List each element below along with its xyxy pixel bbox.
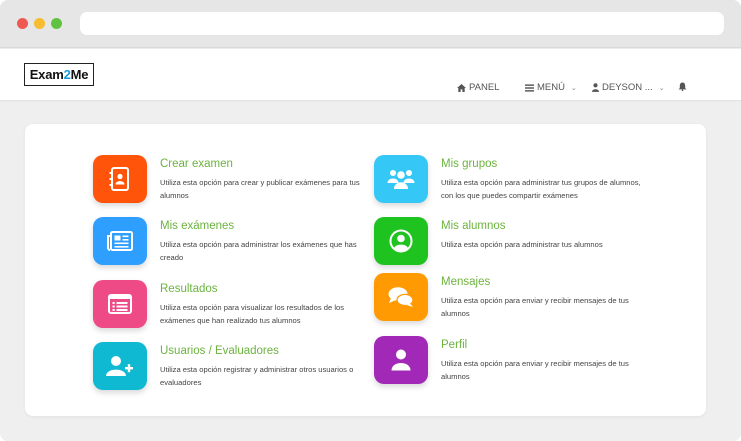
logo-prefix: Exam	[29, 67, 64, 82]
option-title[interactable]: Mis exámenes	[160, 220, 234, 232]
nav-panel-label: PANEL	[469, 82, 500, 93]
newspaper-icon	[107, 231, 133, 251]
group-icon	[387, 170, 415, 189]
close-window-button[interactable]	[17, 18, 28, 29]
option-resultados[interactable]: Resultados Utiliza esta opción para visu…	[93, 280, 373, 340]
option-title[interactable]: Crear examen	[160, 158, 233, 170]
nav-panel[interactable]: PANEL	[457, 82, 499, 93]
hamburger-icon	[525, 83, 534, 92]
mensajes-tile[interactable]	[374, 273, 428, 321]
top-navbar: Exam 2 Me PANEL MENÚ ⌄ DEYSON ... ⌄	[0, 49, 741, 101]
user-plus-icon	[106, 356, 133, 376]
address-bar[interactable]	[80, 12, 724, 35]
option-description: Utiliza esta opción para administrar los…	[160, 240, 357, 262]
option-title[interactable]: Mensajes	[441, 276, 490, 288]
logo-suffix: Me	[70, 67, 89, 82]
user-icon	[391, 349, 411, 371]
resultados-tile[interactable]	[93, 280, 147, 328]
chevron-down-icon: ⌄	[570, 84, 577, 92]
option-description: Utiliza esta opción para administrar tus…	[441, 178, 641, 200]
option-description: Utiliza esta opción para administrar tus…	[441, 240, 603, 249]
option-title[interactable]: Perfil	[441, 339, 467, 351]
option-title[interactable]: Resultados	[160, 283, 218, 295]
option-title[interactable]: Mis grupos	[441, 158, 497, 170]
nav-menu[interactable]: MENÚ ⌄	[525, 82, 577, 93]
maximize-window-button[interactable]	[51, 18, 62, 29]
comments-icon	[388, 287, 414, 307]
option-title[interactable]: Mis alumnos	[441, 220, 506, 232]
nav-user[interactable]: DEYSON ... ⌄	[592, 82, 665, 93]
option-usuarios-evaluadores[interactable]: Usuarios / Evaluadores Utiliza esta opci…	[93, 342, 373, 402]
options-card: Crear examen Utiliza esta opción para cr…	[25, 124, 706, 416]
crear-examen-tile[interactable]	[93, 155, 147, 203]
option-mis-alumnos[interactable]: Mis alumnos Utiliza esta opción para adm…	[374, 217, 654, 277]
mis-examenes-tile[interactable]	[93, 217, 147, 265]
perfil-tile[interactable]	[374, 336, 428, 384]
logo-highlight: 2	[63, 67, 71, 82]
option-description: Utiliza esta opción para enviar y recibi…	[441, 359, 629, 381]
mis-alumnos-tile[interactable]	[374, 217, 428, 265]
chevron-down-icon: ⌄	[658, 84, 665, 92]
address-book-icon	[109, 167, 129, 191]
usuarios-tile[interactable]	[93, 342, 147, 390]
minimize-window-button[interactable]	[34, 18, 45, 29]
option-title[interactable]: Usuarios / Evaluadores	[160, 345, 279, 357]
bell-icon	[678, 82, 687, 91]
option-description: Utiliza esta opción registrar y administ…	[160, 365, 354, 387]
list-card-icon	[108, 294, 132, 314]
option-description: Utiliza esta opción para crear y publica…	[160, 178, 360, 200]
option-mensajes[interactable]: Mensajes Utiliza esta opción para enviar…	[374, 273, 654, 333]
option-description: Utiliza esta opción para visualizar los …	[160, 303, 345, 325]
option-mis-grupos[interactable]: Mis grupos Utiliza esta opción para admi…	[374, 155, 654, 215]
user-circle-icon	[389, 229, 413, 253]
option-perfil[interactable]: Perfil Utiliza esta opción para enviar y…	[374, 336, 654, 396]
option-description: Utiliza esta opción para enviar y recibi…	[441, 296, 629, 318]
option-mis-examenes[interactable]: Mis exámenes Utiliza esta opción para ad…	[93, 217, 373, 277]
browser-chrome	[0, 0, 741, 48]
nav-menu-label: MENÚ	[537, 82, 565, 93]
browser-window: Exam 2 Me PANEL MENÚ ⌄ DEYSON ... ⌄ Crea…	[0, 0, 741, 441]
nav-user-label: DEYSON ...	[602, 82, 653, 93]
home-icon	[457, 83, 466, 92]
user-small-icon	[592, 83, 599, 92]
notifications-button[interactable]	[678, 82, 687, 91]
main-content: Crear examen Utiliza esta opción para cr…	[0, 102, 741, 441]
mis-grupos-tile[interactable]	[374, 155, 428, 203]
app-logo[interactable]: Exam 2 Me	[24, 63, 94, 86]
option-crear-examen[interactable]: Crear examen Utiliza esta opción para cr…	[93, 155, 373, 215]
